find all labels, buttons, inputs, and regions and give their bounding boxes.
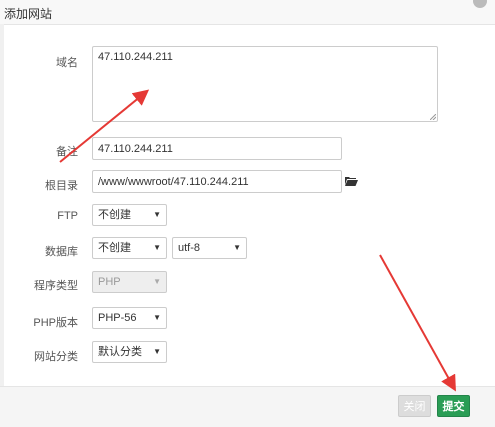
arrow-to-submit	[379, 254, 456, 392]
annotation-arrows	[59, 89, 456, 392]
add-site-dialog: 添加网站 域名 47.110.244.211 备注 47.110.244.211…	[0, 0, 495, 427]
arrow-to-domain	[59, 89, 150, 163]
